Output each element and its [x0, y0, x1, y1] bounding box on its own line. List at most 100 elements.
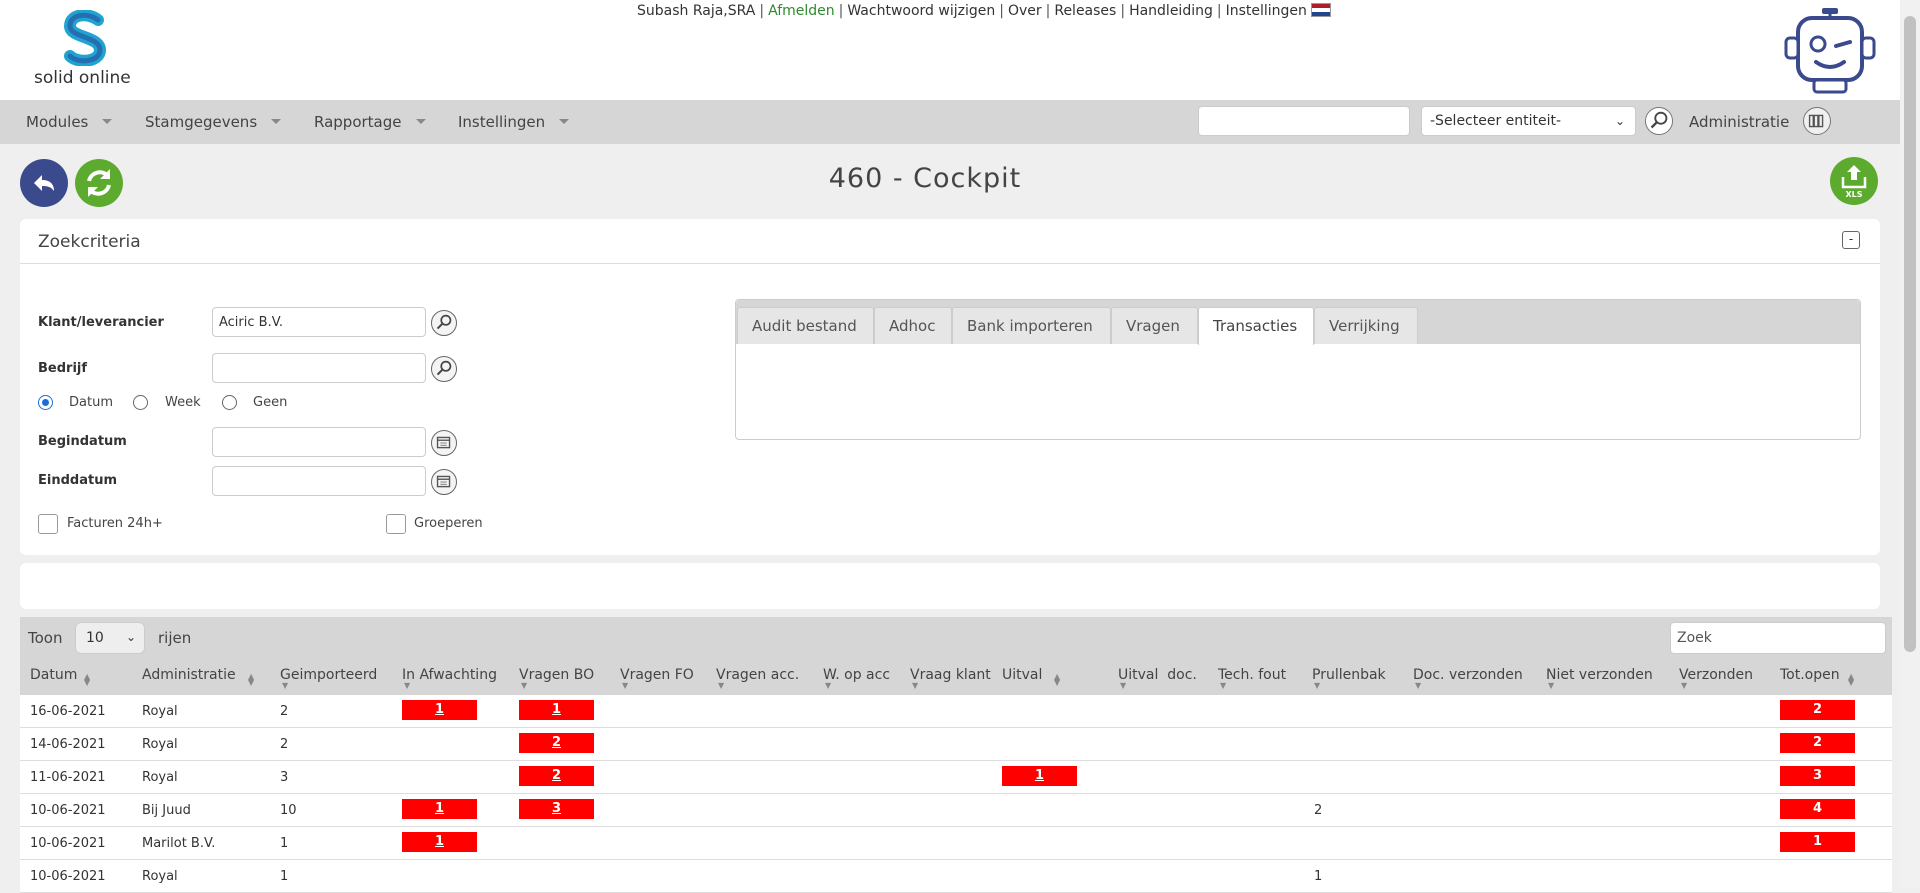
- nav-instellingen[interactable]: Instellingen: [458, 113, 570, 131]
- badge-tot-open[interactable]: 2: [1780, 700, 1855, 720]
- sort-icon[interactable]: ▼: [825, 682, 831, 690]
- badge-in-afwachting[interactable]: 1: [402, 700, 477, 720]
- cockpit-table: Toon 10 ⌄ rijen Zoek Datum ▲ ▼ Administrat…: [20, 617, 1892, 893]
- nav-instellingen-label: Instellingen: [458, 113, 546, 131]
- manual-link[interactable]: Handleiding: [1129, 3, 1213, 19]
- page-length-select[interactable]: 10 ⌄: [75, 622, 145, 654]
- begindatum-input[interactable]: [212, 427, 426, 457]
- badge-vragen-bo[interactable]: 3: [519, 799, 594, 819]
- col-w-op-acc[interactable]: W. op acc: [823, 667, 890, 683]
- badge-tot-open[interactable]: 1: [1780, 832, 1855, 852]
- sort-icon[interactable]: ▼: [718, 682, 724, 690]
- nav-search-input[interactable]: [1198, 106, 1410, 136]
- sort-icon[interactable]: ▼: [1681, 682, 1687, 690]
- col-niet-verzonden[interactable]: Niet verzonden: [1546, 667, 1653, 683]
- table-toolbar: Toon 10 ⌄ rijen Zoek: [20, 617, 1892, 659]
- sort-icon[interactable]: ▼: [1415, 682, 1421, 690]
- col-uitval-doc[interactable]: Uitval doc.: [1118, 667, 1197, 683]
- sort-icon[interactable]: ▲ ▼: [1054, 673, 1060, 687]
- radio-week[interactable]: [133, 395, 148, 410]
- radio-geen[interactable]: [222, 395, 237, 410]
- cell-geimporteerd: 1: [280, 869, 289, 884]
- badge-tot-open[interactable]: 4: [1780, 799, 1855, 819]
- tab-verrijking[interactable]: Verrijking: [1314, 307, 1418, 344]
- administratie-button[interactable]: [1803, 107, 1831, 135]
- rijen-label: rijen: [158, 629, 192, 647]
- badge-in-afwachting[interactable]: 1: [402, 799, 477, 819]
- badge-tot-open[interactable]: 3: [1780, 766, 1855, 786]
- col-prullenbak[interactable]: Prullenbak: [1312, 667, 1386, 683]
- badge-vragen-bo[interactable]: 1: [519, 700, 594, 720]
- badge-uitval[interactable]: 1: [1002, 766, 1077, 786]
- facturen-24h-checkbox[interactable]: [38, 514, 58, 534]
- about-link[interactable]: Over: [1008, 3, 1042, 19]
- radio-datum[interactable]: [38, 395, 53, 410]
- tab-bank-importeren[interactable]: Bank importeren: [952, 307, 1111, 344]
- releases-link[interactable]: Releases: [1054, 3, 1116, 19]
- settings-link[interactable]: Instellingen: [1226, 3, 1307, 19]
- bedrijf-search-button[interactable]: [431, 356, 457, 382]
- scrollbar-thumb[interactable]: [1904, 16, 1916, 652]
- tab-transacties[interactable]: Transacties: [1198, 307, 1314, 345]
- einddatum-input[interactable]: [212, 466, 426, 496]
- col-geimporteerd[interactable]: Geimporteerd: [280, 667, 377, 683]
- page-scrollbar[interactable]: [1900, 0, 1920, 887]
- col-doc-verzonden[interactable]: Doc. verzonden: [1413, 667, 1523, 683]
- robot-icon[interactable]: [1780, 8, 1880, 94]
- cell-prullenbak: 1: [1314, 869, 1323, 884]
- logout-link[interactable]: Afmelden: [768, 3, 835, 19]
- sort-icon[interactable]: ▼: [912, 682, 918, 690]
- bedrijf-input[interactable]: [212, 353, 426, 383]
- administratie-label[interactable]: Administratie: [1689, 113, 1789, 131]
- solid-online-logo[interactable]: solid online: [30, 10, 150, 90]
- sort-icon[interactable]: ▼: [521, 682, 527, 690]
- col-administratie[interactable]: Administratie: [142, 667, 236, 683]
- nav-search-button[interactable]: [1645, 107, 1673, 135]
- bedrijf-label: Bedrijf: [38, 361, 88, 376]
- col-vragen-fo[interactable]: Vragen FO: [620, 667, 694, 683]
- change-password-link[interactable]: Wachtwoord wijzigen: [847, 3, 995, 19]
- col-vragen-acc[interactable]: Vragen acc.: [716, 667, 799, 683]
- flag-nl-icon[interactable]: [1310, 3, 1331, 17]
- nav-rapportage[interactable]: Rapportage: [314, 113, 426, 131]
- badge-in-afwachting[interactable]: 1: [402, 832, 477, 852]
- col-tot-open[interactable]: Tot.open: [1780, 667, 1840, 683]
- sort-icon[interactable]: ▲ ▼: [1848, 673, 1854, 687]
- col-datum[interactable]: Datum: [30, 667, 77, 683]
- collapse-button[interactable]: -: [1842, 231, 1860, 249]
- table-search-input[interactable]: Zoek: [1670, 622, 1886, 654]
- sort-icon[interactable]: ▼: [282, 682, 288, 690]
- sort-icon[interactable]: ▼: [1120, 682, 1126, 690]
- groeperen-checkbox[interactable]: [386, 514, 406, 534]
- col-in-afwachting[interactable]: In Afwachting: [402, 667, 497, 683]
- col-tech-fout[interactable]: Tech. fout: [1218, 667, 1286, 683]
- col-uitval[interactable]: Uitval: [1002, 667, 1042, 683]
- begindatum-calendar-button[interactable]: [431, 430, 457, 456]
- badge-vragen-bo[interactable]: 2: [519, 733, 594, 753]
- sort-icon[interactable]: ▼: [622, 682, 628, 690]
- col-vragen-bo[interactable]: Vragen BO: [519, 667, 594, 683]
- sort-icon[interactable]: ▼: [1548, 682, 1554, 690]
- nav-modules[interactable]: Modules: [26, 113, 113, 131]
- tab-audit-bestand[interactable]: Audit bestand: [737, 307, 874, 344]
- sort-icon[interactable]: ▼: [1314, 682, 1320, 690]
- tabs-bar: Audit bestand Adhoc Bank importeren Vrag…: [736, 300, 1860, 345]
- nav-stamgegevens[interactable]: Stamgegevens: [145, 113, 282, 131]
- tab-vragen[interactable]: Vragen: [1111, 307, 1198, 344]
- entity-select[interactable]: -Selecteer entiteit- ⌄: [1421, 106, 1636, 136]
- radio-geen-label: Geen: [253, 395, 288, 410]
- sort-icon[interactable]: ▼: [1220, 682, 1226, 690]
- col-vraag-klant[interactable]: Vraag klant: [910, 667, 991, 683]
- badge-vragen-bo[interactable]: 2: [519, 766, 594, 786]
- col-verzonden[interactable]: Verzonden: [1679, 667, 1753, 683]
- klant-search-button[interactable]: [431, 310, 457, 336]
- einddatum-calendar-button[interactable]: [431, 469, 457, 495]
- sort-icon[interactable]: ▲ ▼: [84, 673, 90, 687]
- xls-export-button[interactable]: XLS: [1830, 157, 1878, 205]
- badge-tot-open[interactable]: 2: [1780, 733, 1855, 753]
- tabs-container: Audit bestand Adhoc Bank importeren Vrag…: [735, 299, 1861, 440]
- klant-input[interactable]: Aciric B.V.: [212, 307, 426, 337]
- sort-icon[interactable]: ▲ ▼: [248, 673, 254, 687]
- tab-adhoc[interactable]: Adhoc: [874, 307, 952, 344]
- sort-icon[interactable]: ▼: [404, 682, 410, 690]
